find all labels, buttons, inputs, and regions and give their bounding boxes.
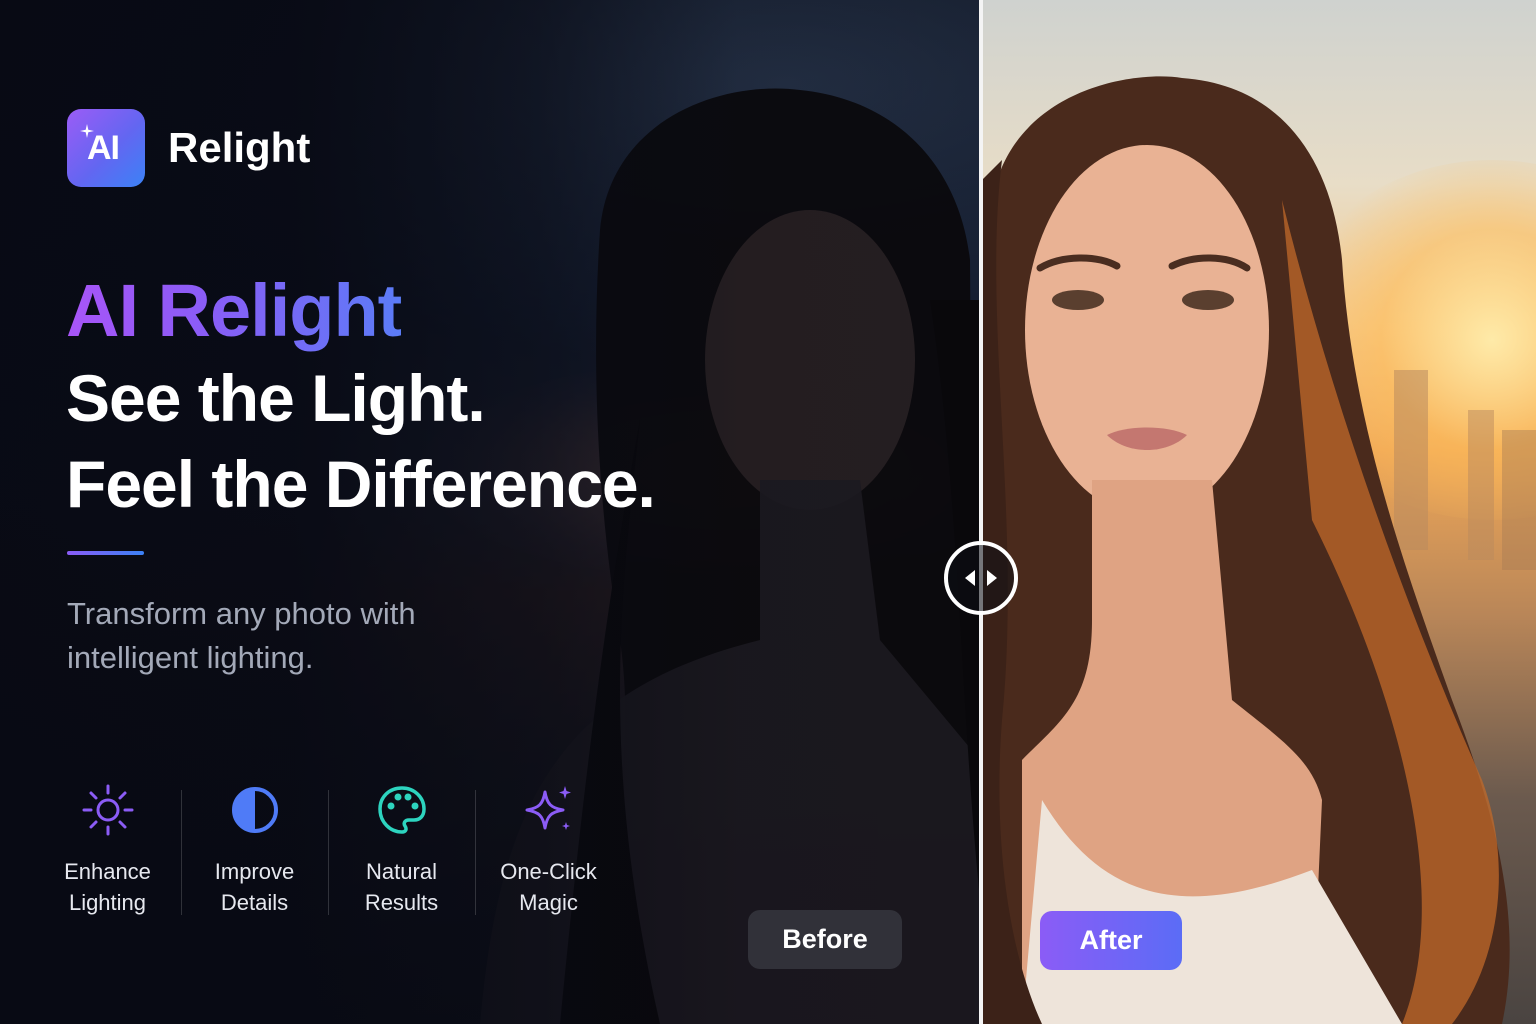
after-label[interactable]: After bbox=[1040, 911, 1182, 970]
feature-list: Enhance Lighting Improve Details Natural Re… bbox=[34, 780, 622, 918]
accent-divider bbox=[67, 551, 144, 555]
headline-line-2: Feel the Difference. bbox=[66, 447, 656, 521]
headline-line-1: See the Light. bbox=[66, 361, 486, 435]
feature-label: Improve Details bbox=[214, 859, 295, 915]
logo-text: AI bbox=[87, 129, 120, 167]
feature-enhance-lighting: Enhance Lighting bbox=[34, 780, 181, 918]
after-portrait bbox=[982, 76, 1536, 1024]
sun-icon bbox=[82, 784, 133, 836]
sparkle-icon bbox=[525, 786, 571, 830]
brand[interactable]: AI Relight bbox=[67, 109, 310, 187]
palette-icon bbox=[377, 786, 426, 834]
feature-label: One-Click Magic bbox=[500, 859, 597, 915]
left-right-arrows-icon bbox=[965, 570, 997, 586]
feature-label: Enhance Lighting bbox=[64, 859, 151, 915]
brand-name: Relight bbox=[168, 124, 311, 171]
comparison-divider[interactable] bbox=[979, 0, 983, 1024]
app-logo: AI bbox=[67, 109, 145, 187]
feature-label: Natural Results bbox=[364, 859, 439, 915]
before-label[interactable]: Before bbox=[748, 910, 902, 969]
contrast-icon bbox=[231, 787, 278, 833]
feature-one-click-magic: One-Click Magic bbox=[475, 780, 622, 918]
after-photo bbox=[982, 0, 1536, 1024]
feature-improve-details: Improve Details bbox=[181, 780, 328, 918]
comparison-slider-handle[interactable] bbox=[944, 541, 1018, 615]
headline-accent: AI Relight bbox=[66, 269, 402, 352]
subtitle: Transform any photo with intelligent lig… bbox=[67, 596, 416, 675]
feature-natural-results: Natural Results bbox=[328, 780, 475, 918]
